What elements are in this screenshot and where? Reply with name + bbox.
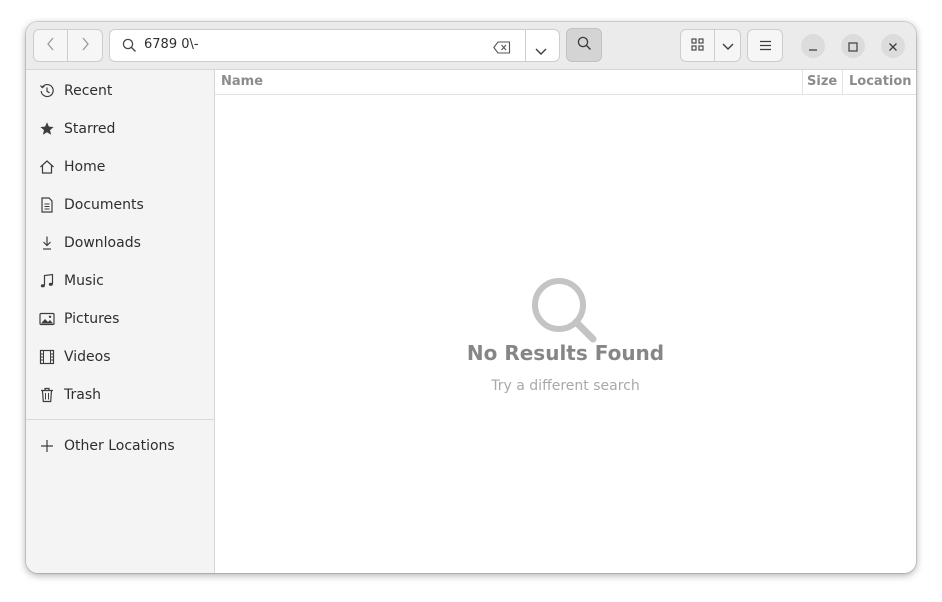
- column-header: Name Size Location: [215, 70, 916, 95]
- sidebar-item-label: Trash: [64, 387, 101, 403]
- header-bar: 6789 0\-: [26, 22, 916, 70]
- sidebar-item-downloads[interactable]: Downloads: [26, 225, 214, 261]
- download-icon: [39, 235, 55, 251]
- sidebar-item-videos[interactable]: Videos: [26, 339, 214, 375]
- forward-button[interactable]: [68, 29, 103, 62]
- column-name-header[interactable]: Name: [221, 74, 263, 89]
- maximize-icon: [848, 37, 858, 56]
- sidebar-item-label: Videos: [64, 349, 111, 365]
- search-input[interactable]: 6789 0\-: [144, 37, 199, 52]
- empty-state-title: No Results Found: [466, 341, 665, 365]
- clock-icon: [39, 83, 55, 99]
- trash-icon: [39, 387, 55, 403]
- close-icon: [888, 37, 898, 56]
- sidebar-item-label: Pictures: [64, 311, 120, 327]
- search-divider: [525, 30, 526, 61]
- sidebar: Recent Starred Home Documents Downloads: [26, 70, 215, 573]
- sidebar-item-label: Documents: [64, 197, 144, 213]
- magnifier-icon: [529, 275, 601, 351]
- navigation-buttons: [33, 29, 103, 62]
- sidebar-item-recent[interactable]: Recent: [26, 73, 214, 109]
- main-menu-button[interactable]: [747, 29, 783, 62]
- home-icon: [39, 159, 55, 175]
- minimize-icon: [808, 37, 818, 56]
- chevron-down-icon[interactable]: [535, 41, 547, 60]
- sidebar-item-other-locations[interactable]: Other Locations: [26, 428, 214, 464]
- search-icon: [122, 38, 137, 57]
- chevron-down-icon: [722, 36, 734, 55]
- sidebar-item-label: Starred: [64, 121, 116, 137]
- back-button[interactable]: [33, 29, 68, 62]
- film-icon: [39, 349, 55, 365]
- column-separator: [802, 70, 803, 94]
- star-icon: [39, 121, 55, 137]
- sidebar-item-music[interactable]: Music: [26, 263, 214, 299]
- empty-state-subtitle: Try a different search: [491, 378, 640, 394]
- sidebar-item-pictures[interactable]: Pictures: [26, 301, 214, 337]
- sidebar-item-label: Home: [64, 159, 106, 175]
- sidebar-item-starred[interactable]: Starred: [26, 111, 214, 147]
- plus-icon: [39, 438, 55, 454]
- column-separator: [842, 70, 843, 94]
- sidebar-item-label: Recent: [64, 83, 113, 99]
- chevron-left-icon: [46, 36, 56, 55]
- sidebar-item-label: Other Locations: [64, 438, 175, 454]
- search-bar: 6789 0\-: [109, 29, 560, 62]
- column-location-header[interactable]: Location: [849, 74, 912, 89]
- view-options-button[interactable]: [714, 29, 741, 62]
- music-note-icon: [39, 273, 55, 289]
- search-icon: [577, 36, 592, 55]
- file-list-view: Name Size Location No Results Found Try …: [215, 70, 916, 573]
- sidebar-divider: [26, 419, 214, 420]
- chevron-right-icon: [80, 36, 90, 55]
- sidebar-item-trash[interactable]: Trash: [26, 377, 214, 413]
- minimize-button[interactable]: [801, 34, 825, 58]
- search-toggle-button[interactable]: [566, 28, 602, 62]
- document-icon: [39, 197, 55, 213]
- sidebar-item-home[interactable]: Home: [26, 149, 214, 185]
- sidebar-item-documents[interactable]: Documents: [26, 187, 214, 223]
- sidebar-item-label: Music: [64, 273, 104, 289]
- close-button[interactable]: [881, 34, 905, 58]
- hamburger-menu-icon: [759, 36, 772, 55]
- file-manager-window: 6789 0\- Recent Starred Home Documents D…: [26, 22, 916, 573]
- grid-icon: [691, 36, 704, 55]
- maximize-button[interactable]: [841, 34, 865, 58]
- view-grid-button[interactable]: [680, 29, 715, 62]
- column-size-header[interactable]: Size: [807, 74, 837, 89]
- sidebar-item-label: Downloads: [64, 235, 141, 251]
- picture-icon: [39, 311, 55, 327]
- clear-text-icon[interactable]: [493, 39, 511, 58]
